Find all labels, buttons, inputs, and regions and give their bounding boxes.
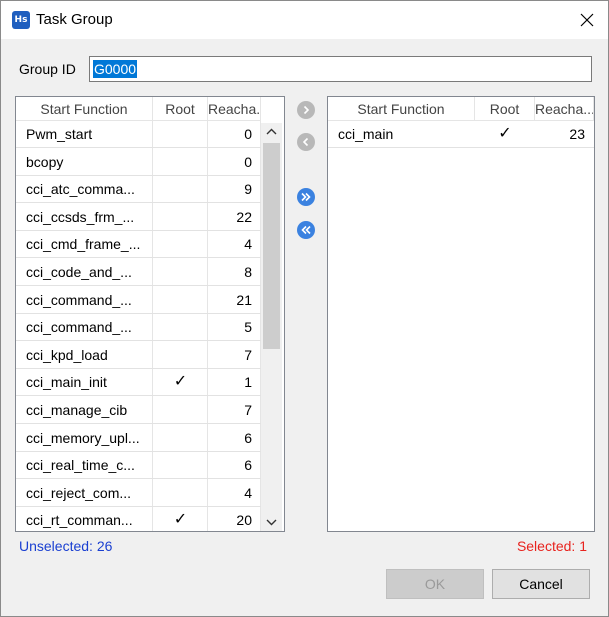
reachable-count-cell: 20 <box>236 512 252 529</box>
function-name-cell: cci_cmd_frame_... <box>26 236 141 253</box>
root-check-cell <box>153 480 208 506</box>
root-check-cell <box>153 397 208 423</box>
table-row[interactable]: cci_atc_comma... 9 <box>16 176 261 204</box>
column-header-root[interactable]: Root <box>475 97 535 121</box>
table-row[interactable]: cci_manage_cib 7 <box>16 397 261 424</box>
unselected-function-list[interactable]: Start Function Root Reacha... Pwm_start 0… <box>15 96 285 532</box>
chevron-up-icon <box>266 128 277 135</box>
scroll-down-button[interactable] <box>261 514 282 531</box>
table-row[interactable]: cci_main_init ✓ 1 <box>16 369 261 397</box>
move-right-button[interactable] <box>297 101 315 119</box>
function-name-cell: cci_memory_upl... <box>26 429 140 446</box>
reachable-count-cell: 5 <box>244 319 252 336</box>
group-id-value: G0000 <box>93 60 138 78</box>
root-check-cell <box>153 425 208 451</box>
function-name-cell: cci_command_... <box>26 319 132 336</box>
selected-function-list[interactable]: Start Function Root Reacha... cci_main ✓ 2… <box>327 96 595 532</box>
table-row[interactable]: cci_cmd_frame_... 4 <box>16 231 261 259</box>
table-row[interactable]: cci_reject_com... 4 <box>16 480 261 507</box>
ok-button[interactable]: OK <box>386 569 484 599</box>
table-row[interactable]: cci_ccsds_frm_... 22 <box>16 204 261 231</box>
reachable-count-cell: 9 <box>244 181 252 198</box>
root-check-cell <box>153 149 208 175</box>
root-check-cell <box>153 204 208 230</box>
group-id-input[interactable]: G0000 <box>89 56 592 82</box>
table-row[interactable]: cci_command_... 5 <box>16 314 261 342</box>
reachable-count-cell: 21 <box>236 291 252 308</box>
root-check-cell: ✓ <box>498 125 512 142</box>
column-header-start-function[interactable]: Start Function <box>328 97 475 121</box>
scroll-thumb[interactable] <box>263 143 280 349</box>
move-all-left-button[interactable] <box>297 221 315 239</box>
double-chevron-right-icon <box>297 188 315 206</box>
reachable-count-cell: 23 <box>569 126 585 142</box>
function-name-cell: cci_atc_comma... <box>26 181 135 198</box>
reachable-count-cell: 6 <box>244 429 252 446</box>
reachable-count-cell: 0 <box>244 153 252 170</box>
function-name-cell: cci_real_time_c... <box>26 457 135 474</box>
table-row[interactable]: Pwm_start 0 <box>16 121 261 148</box>
reachable-count-cell: 7 <box>244 346 252 363</box>
selected-count: Selected: 1 <box>516 538 587 554</box>
move-all-right-button[interactable] <box>297 188 315 206</box>
scroll-up-button[interactable] <box>261 123 282 140</box>
group-id-label: Group ID <box>19 61 76 77</box>
root-check-cell <box>153 176 208 202</box>
chevron-left-icon <box>297 133 315 151</box>
root-check-cell <box>153 121 208 147</box>
column-header-reachable[interactable]: Reacha... <box>208 97 261 121</box>
table-row[interactable]: cci_main ✓ 23 <box>328 121 594 148</box>
reachable-count-cell: 8 <box>244 264 252 280</box>
function-name-cell: cci_kpd_load <box>26 346 108 363</box>
table-row[interactable]: bcopy 0 <box>16 149 261 176</box>
function-name-cell: cci_command_... <box>26 291 132 308</box>
app-icon: Hs <box>12 11 30 29</box>
column-header-reachable[interactable]: Reacha... <box>535 97 594 121</box>
column-header-start-function[interactable]: Start Function <box>16 97 153 121</box>
root-check-cell <box>153 259 208 285</box>
title-bar: Hs Task Group <box>1 1 608 39</box>
function-name-cell: Pwm_start <box>26 126 93 142</box>
close-icon <box>580 13 594 27</box>
task-group-dialog: Hs Task Group Group ID G0000 Start Funct… <box>0 0 609 617</box>
table-row[interactable]: cci_kpd_load 7 <box>16 342 261 369</box>
function-name-cell: cci_rt_comman... <box>26 512 133 529</box>
column-header-root[interactable]: Root <box>153 97 208 121</box>
function-name-cell: cci_ccsds_frm_... <box>26 208 135 225</box>
move-left-button[interactable] <box>297 133 315 151</box>
window-title: Task Group <box>36 11 113 28</box>
function-name-cell: cci_main_init <box>26 374 107 391</box>
chevron-right-icon <box>297 101 315 119</box>
function-name-cell: cci_manage_cib <box>26 402 128 418</box>
cancel-button[interactable]: Cancel <box>492 569 590 599</box>
reachable-count-cell: 4 <box>244 484 252 501</box>
reachable-count-cell: 7 <box>244 402 252 418</box>
close-button[interactable] <box>571 5 603 35</box>
unselected-count: Unselected: 26 <box>19 538 113 554</box>
root-check-cell <box>153 314 208 340</box>
reachable-count-cell: 22 <box>236 208 252 225</box>
table-row[interactable]: cci_memory_upl... 6 <box>16 425 261 452</box>
root-check-cell <box>153 231 208 257</box>
table-row[interactable]: cci_code_and_... 8 <box>16 259 261 286</box>
function-name-cell: cci_reject_com... <box>26 484 132 501</box>
function-name-cell: cci_code_and_... <box>26 264 132 280</box>
table-row[interactable]: cci_command_... 21 <box>16 287 261 314</box>
double-chevron-left-icon <box>297 221 315 239</box>
table-row[interactable]: cci_real_time_c... 6 <box>16 452 261 480</box>
reachable-count-cell: 0 <box>244 126 252 142</box>
root-check-cell <box>153 287 208 313</box>
root-check-cell: ✓ <box>173 373 188 391</box>
function-name-cell: cci_main <box>338 126 394 142</box>
reachable-count-cell: 4 <box>244 236 252 253</box>
reachable-count-cell: 6 <box>244 457 252 474</box>
chevron-down-icon <box>266 519 277 526</box>
function-name-cell: bcopy <box>26 153 64 170</box>
reachable-count-cell: 1 <box>244 374 252 391</box>
table-row[interactable]: cci_rt_comman... ✓ 20 <box>16 507 261 531</box>
root-check-cell: ✓ <box>173 511 188 529</box>
left-list-scrollbar[interactable] <box>261 123 282 531</box>
root-check-cell <box>153 452 208 478</box>
root-check-cell <box>153 342 208 368</box>
